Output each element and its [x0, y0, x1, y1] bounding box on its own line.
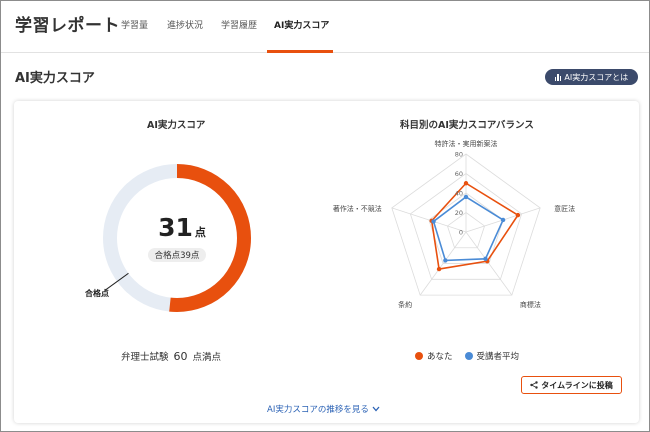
view-score-trend-link[interactable]: AI実力スコアの推移を見る — [267, 403, 380, 415]
top-header: 学習レポート 学習量 進捗状況 学習履歴 AI実力スコア — [1, 1, 649, 53]
about-ai-score-button[interactable]: AI実力スコアとは — [545, 69, 638, 85]
tab-history[interactable]: 学習履歴 — [221, 18, 257, 31]
tab-ai-score[interactable]: AI実力スコア — [274, 18, 329, 31]
post-to-timeline-button[interactable]: タイムラインに投稿 — [521, 376, 622, 394]
exam-max-suffix: 点満点 — [192, 352, 222, 363]
exam-name: 弁理士試験 — [121, 352, 169, 363]
radar-tick-label: 0 — [459, 229, 463, 237]
radar-series-group — [429, 181, 521, 272]
exam-summary: 弁理士試験 60 点満点 — [121, 349, 221, 363]
section-title: AI実力スコア — [15, 71, 95, 86]
radar-tick-label: 60 — [455, 170, 463, 178]
score-center: 31 点 — [147, 213, 217, 242]
radar-axis-label: 著作法・不競法 — [333, 204, 382, 213]
radar-tick-labels: 0 20 40 60 80 — [455, 151, 463, 237]
radar-tick-label: 40 — [455, 190, 463, 198]
about-ai-score-label: AI実力スコアとは — [564, 72, 629, 82]
radar-legend: あなた 受講者平均 — [415, 350, 519, 362]
legend-item-you: あなた — [415, 350, 453, 362]
passing-marker-label: 合格点 — [85, 289, 109, 298]
radar-tick-label: 20 — [455, 209, 463, 217]
legend-label-you: あなた — [427, 352, 453, 362]
tab-progress[interactable]: 進捗状況 — [167, 18, 203, 31]
radar-axis-labels: 特許法・実用新案法意匠法商標法 条約 著作法・不競法 — [333, 139, 575, 309]
radar-axis-label: 意匠法 — [554, 204, 575, 213]
legend-item-average: 受講者平均 — [464, 350, 520, 362]
radar-point-0-0 — [463, 181, 469, 186]
radar-point-1-4 — [431, 219, 436, 224]
legend-label-average: 受講者平均 — [476, 352, 520, 362]
share-icon — [530, 381, 538, 389]
radar-grid — [391, 153, 541, 296]
radar-axis-label: 特許法・実用新案法 — [435, 139, 498, 148]
subject-radar-chart: 0 20 40 60 80 特許法・実用新案法意匠法商標法 条約 著作法・不競法 — [333, 139, 575, 309]
radar-point-1-0 — [463, 194, 469, 200]
radar-point-1-1 — [500, 217, 506, 223]
app-window: 学習レポート 学習量 進捗状況 学習履歴 AI実力スコア AI実力スコア AI実… — [0, 0, 650, 432]
legend-dot-average — [464, 352, 473, 360]
radar-heading: 科目別のAI実力スコアバランス — [400, 120, 534, 131]
exam-max-score: 60 — [173, 350, 188, 363]
score-heading: AI実力スコア — [147, 120, 206, 131]
radar-tick-label: 80 — [455, 151, 463, 159]
radar-point-1-2 — [483, 256, 488, 262]
legend-dot-you — [415, 352, 423, 360]
chevron-down-icon — [372, 406, 380, 412]
active-tab-indicator — [267, 50, 333, 53]
tab-study-volume[interactable]: 学習量 — [121, 18, 148, 31]
radar-axis-label: 商標法 — [520, 300, 541, 309]
score-unit: 点 — [194, 226, 206, 239]
app-title: 学習レポート — [15, 16, 120, 36]
bar-chart-icon — [554, 73, 562, 81]
score-value: 31 — [158, 213, 193, 242]
view-score-trend-label: AI実力スコアの推移を見る — [267, 405, 369, 415]
passing-score-badge: 合格点39点 — [148, 248, 206, 262]
radar-point-1-3 — [443, 258, 448, 263]
radar-point-0-3 — [436, 266, 442, 272]
radar-point-0-1 — [515, 212, 521, 218]
post-to-timeline-label: タイムラインに投稿 — [541, 380, 613, 390]
radar-axis-label: 条約 — [398, 300, 412, 309]
